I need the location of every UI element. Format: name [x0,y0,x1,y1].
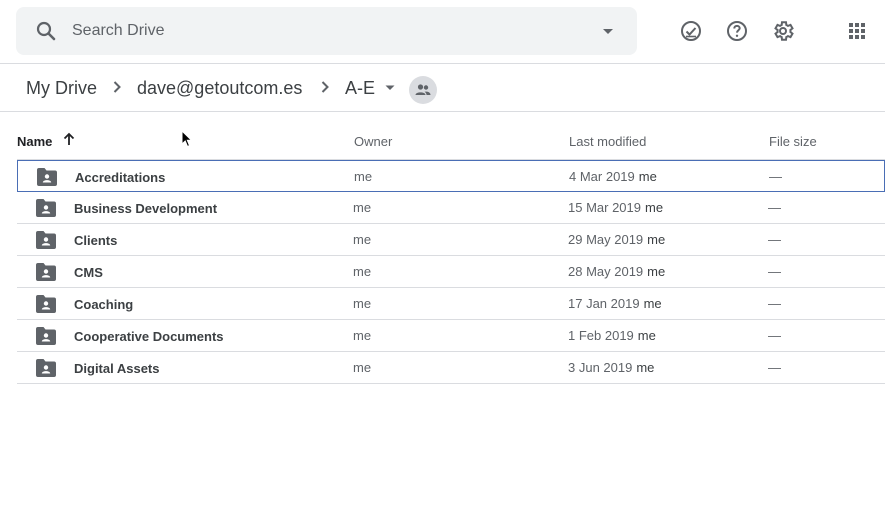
table-row[interactable]: Cooperative Documents me 1 Feb 2019 me — [17,320,885,352]
shared-folder-icon[interactable] [409,76,437,104]
chevron-right-icon [315,77,335,97]
shared-folder-icon [35,262,57,282]
last-modified: 3 Jun 2019 me [568,360,654,375]
file-name: Cooperative Documents [74,329,224,344]
search-options-dropdown-icon[interactable] [596,19,620,43]
file-size: — [768,232,781,247]
shared-folder-icon [35,294,57,314]
file-size: — [768,264,781,279]
table-row[interactable]: Coaching me 17 Jan 2019 me — [17,288,885,320]
top-bar [0,0,885,64]
file-owner: me [353,232,372,247]
column-header-name[interactable]: Name [17,134,52,149]
file-name: Coaching [74,297,134,312]
shared-folder-icon [36,167,58,187]
column-header-owner[interactable]: Owner [354,134,392,149]
breadcrumb-account-folder[interactable]: dave@getoutcom.es [137,76,302,100]
file-name: Accreditations [75,170,166,185]
file-size: — [768,360,781,375]
shared-folder-icon [35,230,57,250]
table-row[interactable]: Clients me 29 May 2019 me — [17,224,885,256]
sort-ascending-icon[interactable] [61,131,77,147]
file-size: — [768,296,781,311]
file-name: Business Development [74,201,218,216]
shared-folder-icon [35,198,57,218]
file-name: Clients [74,233,118,248]
last-modified: 15 Mar 2019 me [568,200,663,215]
table-row[interactable]: CMS me 28 May 2019 me — [17,256,885,288]
file-name: CMS [74,265,103,280]
last-modified: 17 Jan 2019 me [568,296,662,311]
file-owner: me [354,169,373,184]
modified-by: me [647,232,666,247]
breadcrumb: My Drive dave@getoutcom.es A-E [0,64,885,112]
modified-by: me [645,200,664,215]
modified-date: 17 Jan 2019 [568,296,640,311]
last-modified: 28 May 2019 me [568,264,665,279]
modified-date: 29 May 2019 [568,232,644,247]
file-owner: me [353,296,372,311]
apps-grid-icon[interactable] [845,19,869,43]
modified-date: 15 Mar 2019 [568,200,641,215]
chevron-right-icon [107,77,127,97]
offline-ready-icon[interactable] [679,19,703,43]
modified-by: me [647,264,666,279]
file-owner: me [353,360,372,375]
settings-icon[interactable] [771,19,795,43]
table-row[interactable]: Business Development me 15 Mar 2019 me — [17,192,885,224]
search-input[interactable] [72,7,592,55]
file-size: — [768,200,781,215]
modified-date: 28 May 2019 [568,264,644,279]
shared-folder-icon [35,358,57,378]
modified-date: 1 Feb 2019 [568,328,634,343]
last-modified: 29 May 2019 me [568,232,665,247]
last-modified: 4 Mar 2019 me [569,169,657,184]
mouse-cursor-icon [181,130,193,148]
file-owner: me [353,328,372,343]
modified-by: me [643,296,662,311]
modified-by: me [637,328,656,343]
table-row[interactable]: Digital Assets me 3 Jun 2019 me — [17,352,885,384]
table-row[interactable]: Accreditations me 4 Mar 2019 me — [17,160,885,192]
last-modified: 1 Feb 2019 me [568,328,656,343]
file-size: — [769,169,782,184]
shared-folder-icon [35,326,57,346]
file-owner: me [353,264,372,279]
modified-by: me [638,169,657,184]
help-icon[interactable] [725,19,749,43]
file-name: Digital Assets [74,361,160,376]
column-header-last-modified[interactable]: Last modified [569,134,646,149]
file-list-header: Name Owner Last modified File size [17,124,885,160]
modified-date: 4 Mar 2019 [569,169,635,184]
search-box[interactable] [16,7,637,55]
modified-by: me [636,360,655,375]
search-icon[interactable] [34,19,58,43]
breadcrumb-current-folder[interactable]: A-E [345,76,375,100]
breadcrumb-my-drive[interactable]: My Drive [26,76,97,100]
column-header-file-size[interactable]: File size [769,134,817,149]
folder-menu-dropdown-icon[interactable] [380,77,400,97]
file-owner: me [353,200,372,215]
modified-date: 3 Jun 2019 [568,360,633,375]
file-size: — [768,328,781,343]
